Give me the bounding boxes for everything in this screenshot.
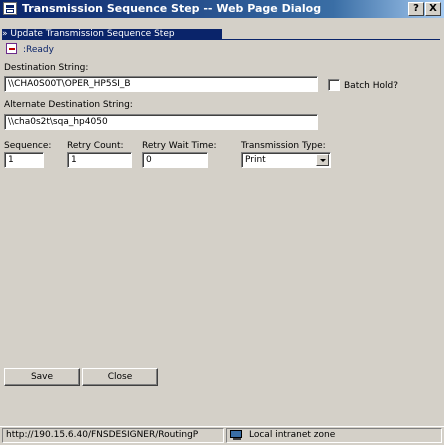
retry-wait-input[interactable]: 0 [142,152,208,168]
retry-wait-label: Retry Wait Time: [142,141,217,151]
destination-input[interactable]: \\CHA0S00T\OPER_HP5SI_B [4,76,318,92]
close-window-button[interactable]: X [425,2,441,16]
sequence-label: Sequence: [4,141,52,151]
status-icon [6,43,17,54]
save-button[interactable]: Save [4,368,80,386]
window-icon [3,2,17,15]
status-zone: Local intranet zone [226,428,442,443]
window-title: Transmission Sequence Step -- Web Page D… [22,2,322,15]
title-bar: Transmission Sequence Step -- Web Page D… [0,0,444,18]
batch-hold-checkbox[interactable] [328,79,340,91]
help-button[interactable]: ? [408,2,424,16]
retry-count-input[interactable]: 1 [67,152,132,168]
computer-icon [230,430,246,441]
transmission-type-select[interactable]: Print [241,152,331,168]
chevron-down-icon[interactable] [316,154,329,166]
transmission-type-label: Transmission Type: [241,141,326,151]
retry-count-label: Retry Count: [67,141,124,151]
section-header: » Update Transmission Sequence Step [2,29,222,40]
save-button-label: Save [30,372,54,382]
transmission-type-value: Print [245,155,266,165]
section-divider [222,39,440,40]
status-text: :Ready [23,45,54,55]
batch-hold-label: Batch Hold? [344,81,398,91]
destination-label: Destination String: [4,63,89,73]
alternate-destination-input[interactable]: \\cha0s2t\sqa_hp4050 [4,114,318,130]
close-button[interactable]: Close [82,368,158,386]
close-button-label: Close [107,372,133,382]
status-url: http://190.15.6.40/FNSDESIGNER/RoutingP [2,428,224,443]
alternate-destination-label: Alternate Destination String: [4,100,133,110]
sequence-input[interactable]: 1 [4,152,44,168]
